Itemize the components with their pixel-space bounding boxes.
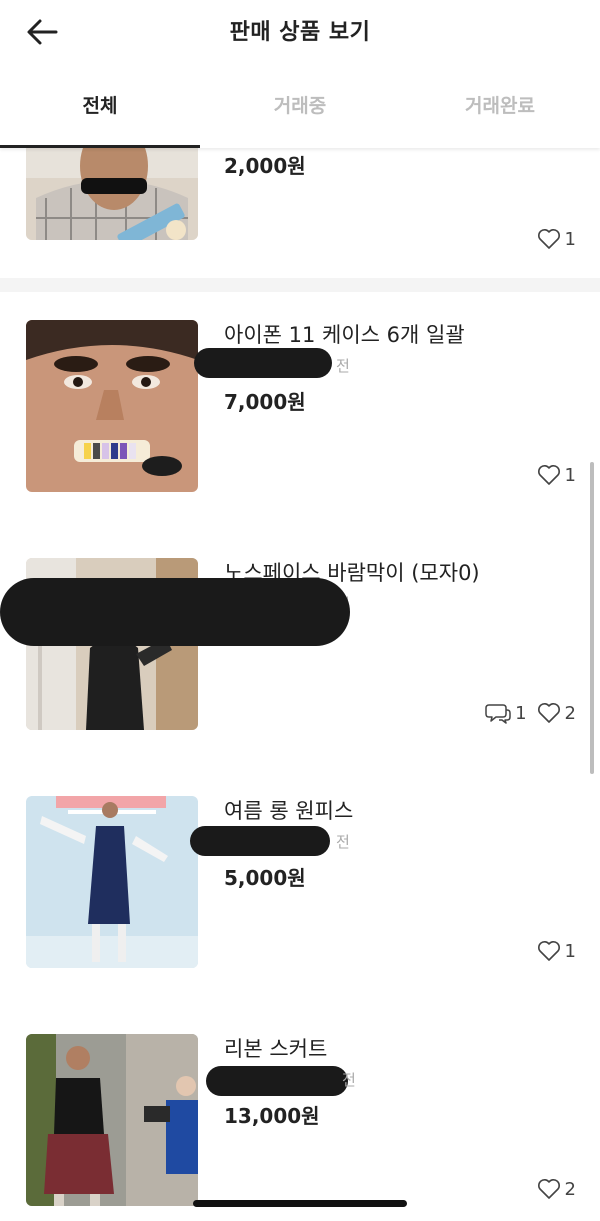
- home-indicator[interactable]: [193, 1200, 407, 1207]
- like-count-value: 2: [564, 1178, 576, 1200]
- product-thumbnail[interactable]: [26, 320, 198, 492]
- item-stats: 1: [531, 464, 576, 486]
- item-stats: 2: [531, 1178, 576, 1200]
- tab-in-progress[interactable]: 거래중: [200, 88, 400, 128]
- product-price: 7,000원: [224, 390, 306, 414]
- product-title: 리본 스커트: [224, 1037, 328, 1061]
- posted-time: 전: [342, 1071, 356, 1089]
- tab-all[interactable]: 전체: [0, 88, 200, 148]
- heart-icon: [537, 229, 560, 249]
- product-price: 5,000원: [224, 866, 306, 890]
- item-stats: 1 2: [479, 702, 576, 724]
- list-item[interactable]: 여름 롱 원피스 전 5,000원 1: [0, 768, 600, 1006]
- comment-count-value: 1: [515, 702, 527, 724]
- heart-icon: [537, 1179, 560, 1199]
- heart-icon: [537, 941, 560, 961]
- chat-bubble-icon: [485, 704, 511, 724]
- like-count-value: 1: [564, 464, 576, 486]
- heart-icon: [537, 703, 560, 723]
- comment-count[interactable]: 1: [485, 702, 527, 724]
- list-item[interactable]: 아이폰 11 케이스 6개 일괄 전 7,000원 1: [0, 292, 600, 530]
- app-header: 판매 상품 보기 전체 거래중 거래완료: [0, 0, 600, 148]
- list-item[interactable]: 리본 스커트 전 13,000원 2: [0, 1006, 600, 1221]
- product-thumbnail[interactable]: [26, 796, 198, 968]
- redaction-overlay: [190, 826, 330, 856]
- page-title: 판매 상품 보기: [229, 20, 371, 45]
- redaction-overlay: [194, 348, 332, 378]
- like-count-value: 1: [564, 228, 576, 250]
- heart-icon: [537, 465, 560, 485]
- posted-time: 전: [336, 833, 350, 851]
- item-stats: 1: [531, 228, 576, 250]
- redaction-overlay: [0, 578, 350, 646]
- tab-completed[interactable]: 거래완료: [400, 88, 600, 128]
- like-count[interactable]: 1: [537, 228, 576, 250]
- list-item[interactable]: 노스페이스 바람막이 (모자0) 전 1 2: [0, 530, 600, 768]
- product-price: 2,000원: [224, 154, 306, 178]
- product-thumbnail[interactable]: [26, 1034, 198, 1206]
- scrollbar[interactable]: [590, 462, 594, 774]
- product-title: 아이폰 11 케이스 6개 일괄: [224, 323, 465, 347]
- redaction-overlay: [206, 1066, 348, 1096]
- product-title: 여름 롱 원피스: [224, 799, 354, 823]
- like-count[interactable]: 2: [537, 702, 576, 724]
- posted-time: 전: [336, 357, 350, 375]
- item-stats: 1: [531, 940, 576, 962]
- like-count[interactable]: 1: [537, 464, 576, 486]
- product-price: 13,000원: [224, 1104, 320, 1128]
- like-count-value: 1: [564, 940, 576, 962]
- like-count[interactable]: 2: [537, 1178, 576, 1200]
- like-count[interactable]: 1: [537, 940, 576, 962]
- like-count-value: 2: [564, 702, 576, 724]
- tab-bar: 전체 거래중 거래완료: [0, 88, 600, 148]
